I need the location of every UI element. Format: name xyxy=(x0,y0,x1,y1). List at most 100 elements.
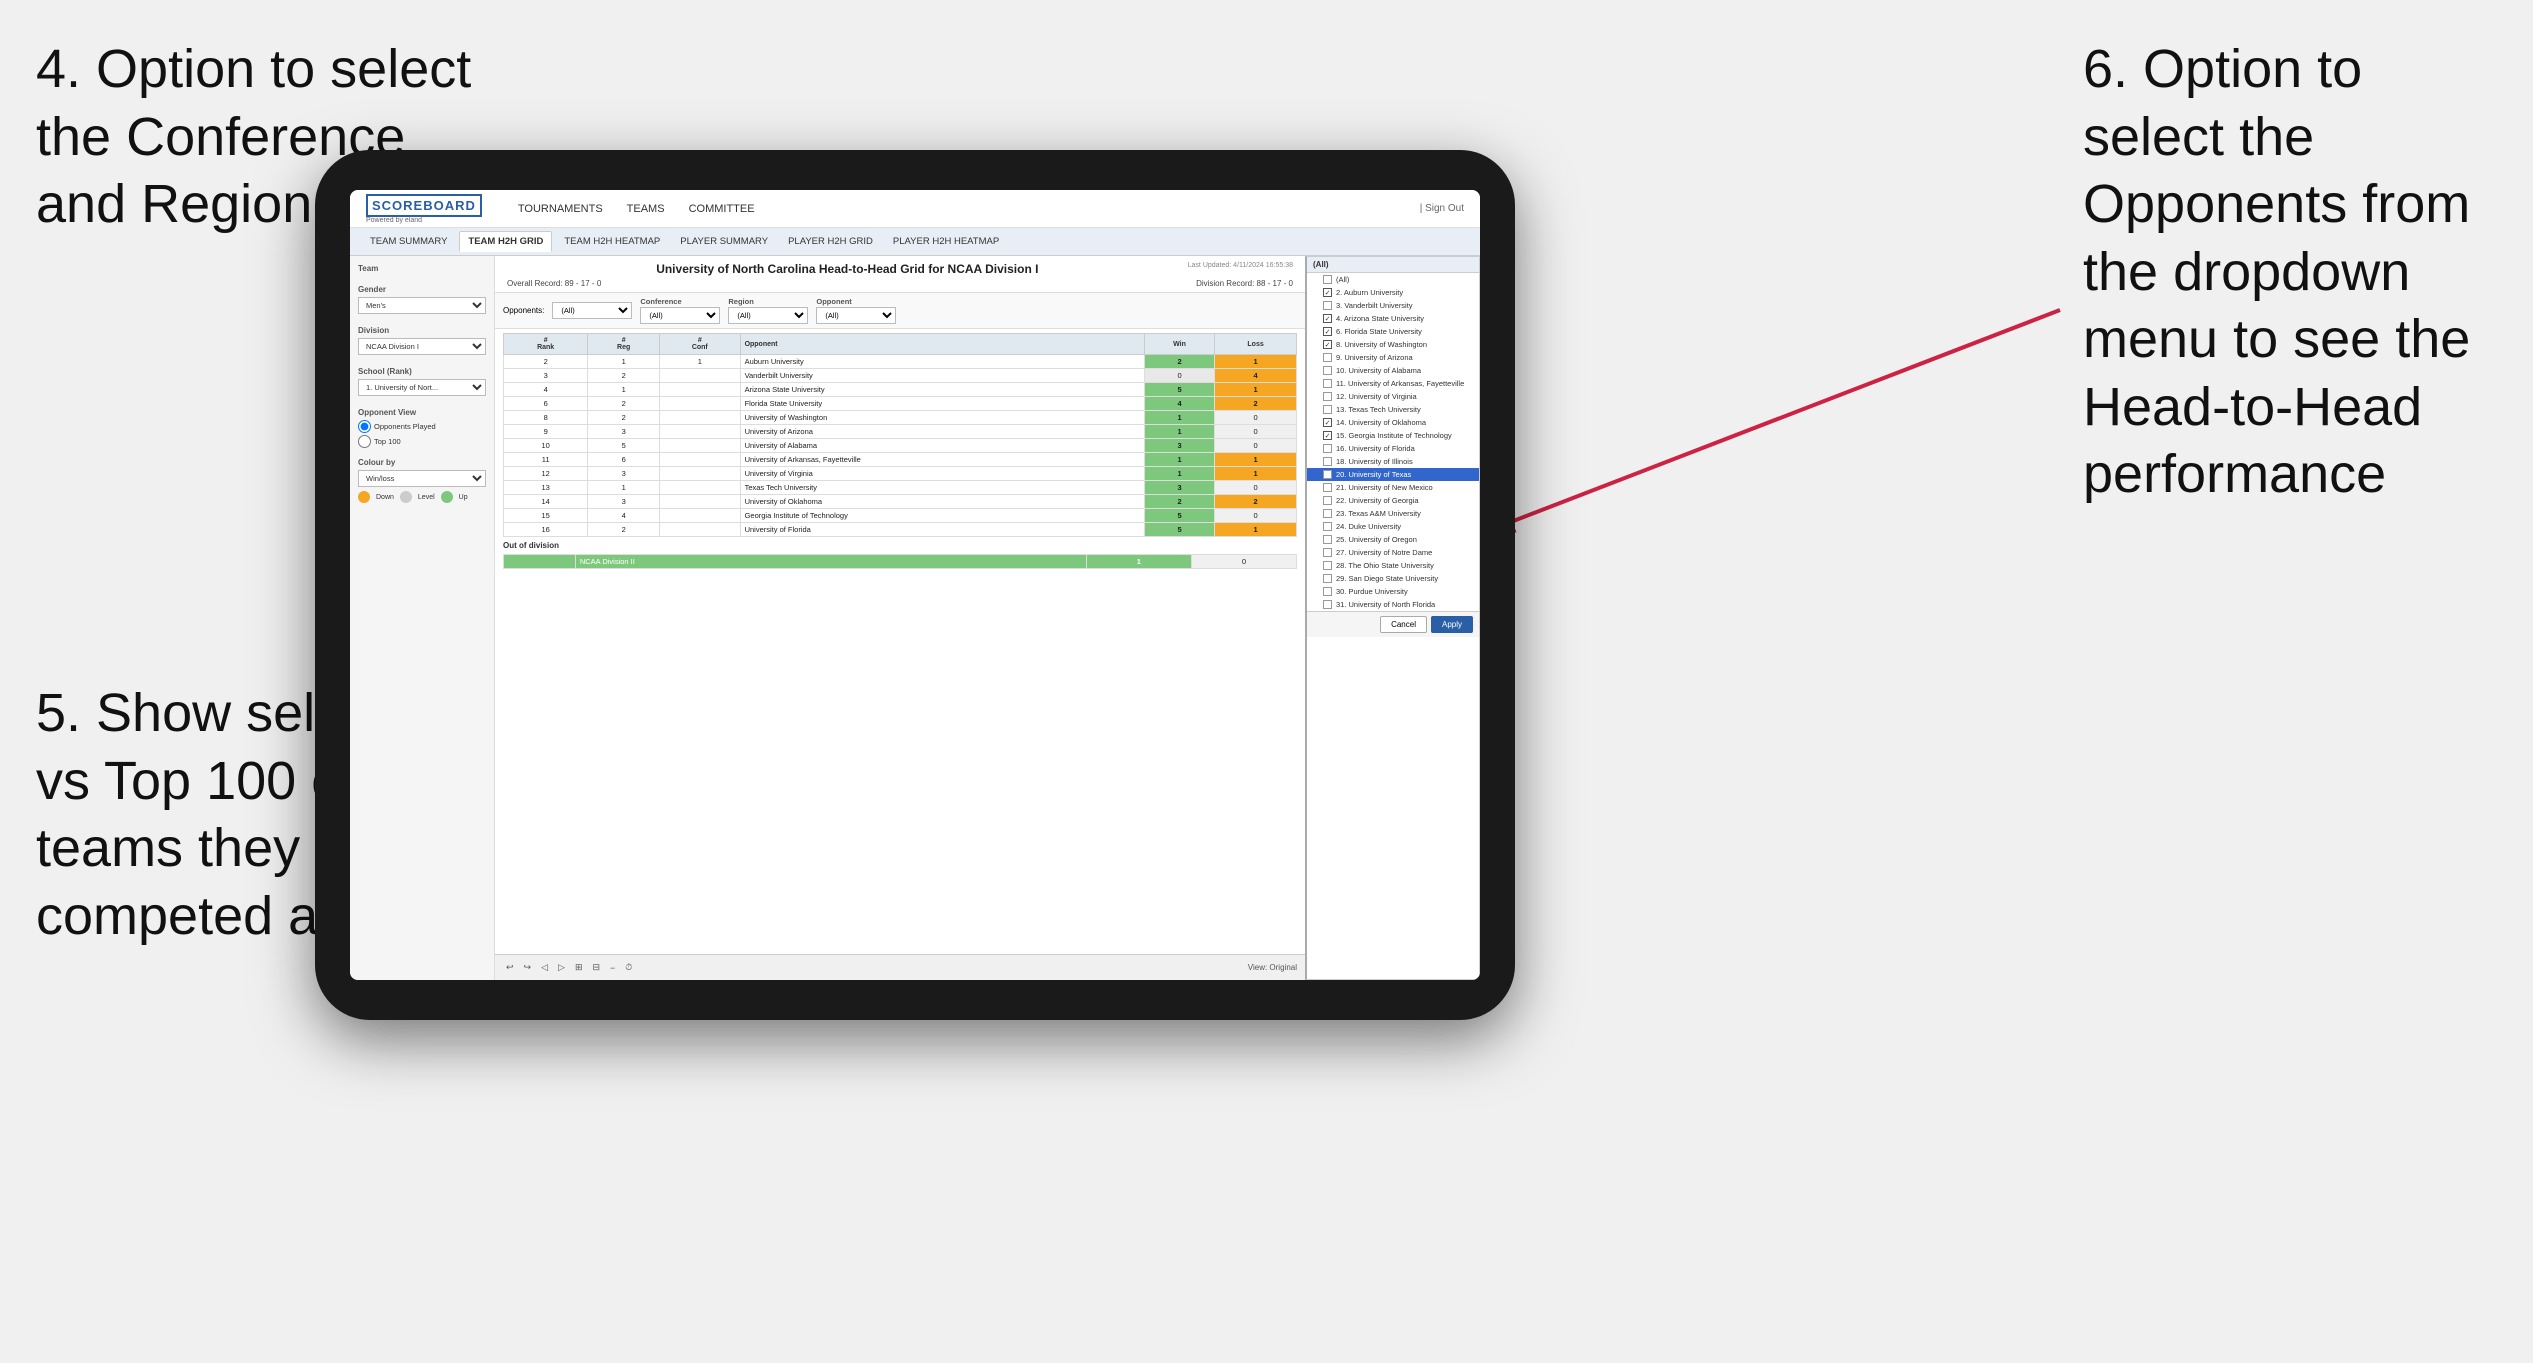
nav-tournaments[interactable]: TOURNAMENTS xyxy=(518,201,603,217)
checkbox: ✓ xyxy=(1323,314,1332,323)
app-logo: SCOREBOARD xyxy=(366,194,482,217)
dropdown-item[interactable]: 23. Texas A&M University xyxy=(1307,507,1479,520)
dropdown-item[interactable]: 18. University of Illinois xyxy=(1307,455,1479,468)
colour-down-label: Down xyxy=(376,494,394,501)
logo-sub: Powered by eland xyxy=(366,217,502,224)
checkbox xyxy=(1323,444,1332,453)
overall-record: Overall Record: 89 - 17 - 0 xyxy=(507,279,601,288)
opponent-filter-select[interactable]: (All) xyxy=(816,307,896,324)
dropdown-item[interactable]: 29. San Diego State University xyxy=(1307,572,1479,585)
table-row: 211 Auburn University 21 xyxy=(504,355,1297,369)
checkbox xyxy=(1323,600,1332,609)
toolbar-copy[interactable]: ⊞ xyxy=(572,961,586,974)
table-row: 154 Georgia Institute of Technology 50 xyxy=(504,509,1297,523)
tab-player-h2h-grid[interactable]: PLAYER H2H GRID xyxy=(780,232,881,251)
dropdown-item[interactable]: 27. University of Notre Dame xyxy=(1307,546,1479,559)
dropdown-item[interactable]: ✓ 14. University of Oklahoma xyxy=(1307,416,1479,429)
tab-team-h2h-heatmap[interactable]: TEAM H2H HEATMAP xyxy=(556,232,668,251)
toolbar-clock[interactable]: ⏱ xyxy=(622,961,635,974)
toolbar-redo[interactable]: ↪ xyxy=(521,961,535,974)
col-win: Win xyxy=(1144,334,1214,355)
opponent-filter-label: Opponent xyxy=(816,297,896,306)
col-opponent: Opponent xyxy=(740,334,1144,355)
apply-button[interactable]: Apply xyxy=(1431,616,1473,633)
dropdown-item[interactable]: 22. University of Georgia xyxy=(1307,494,1479,507)
dropdown-item[interactable]: 13. Texas Tech University xyxy=(1307,403,1479,416)
opponents-filter-select[interactable]: (All) xyxy=(552,302,632,319)
colour-label: Colour by xyxy=(358,458,486,467)
dropdown-item[interactable]: 30. Purdue University xyxy=(1307,585,1479,598)
dropdown-item[interactable]: ✓ 4. Arizona State University xyxy=(1307,312,1479,325)
checkbox xyxy=(1323,353,1332,362)
division-select[interactable]: NCAA Division I xyxy=(358,338,486,355)
dropdown-item[interactable]: 24. Duke University xyxy=(1307,520,1479,533)
dropdown-item[interactable]: 12. University of Virginia xyxy=(1307,390,1479,403)
table-row: 131 Texas Tech University 30 xyxy=(504,481,1297,495)
annotation-6: 6. Option to select the Opponents from t… xyxy=(2083,36,2513,509)
dropdown-item[interactable]: 10. University of Alabama xyxy=(1307,364,1479,377)
signout[interactable]: | Sign Out xyxy=(1420,203,1464,214)
colour-down xyxy=(358,491,370,503)
tab-team-summary[interactable]: TEAM SUMMARY xyxy=(362,232,455,251)
dropdown-item[interactable]: 25. University of Oregon xyxy=(1307,533,1479,546)
cancel-button[interactable]: Cancel xyxy=(1380,616,1427,633)
dropdown-item[interactable]: 11. University of Arkansas, Fayetteville xyxy=(1307,377,1479,390)
col-loss: Loss xyxy=(1215,334,1297,355)
school-select[interactable]: 1. University of Nort... xyxy=(358,379,486,396)
radio-top100[interactable] xyxy=(358,435,371,448)
center-content: Last Updated: 4/11/2024 16:55:38 Univers… xyxy=(495,256,1305,980)
dropdown-item[interactable]: ✓ 15. Georgia Institute of Technology xyxy=(1307,429,1479,442)
colour-up xyxy=(441,491,453,503)
last-updated: Last Updated: 4/11/2024 16:55:38 xyxy=(1188,262,1293,269)
checkbox: ✓ xyxy=(1323,418,1332,427)
toolbar-back[interactable]: ◁ xyxy=(538,961,551,974)
dropdown-item[interactable]: ✓ 8. University of Washington xyxy=(1307,338,1479,351)
conference-filter-label: Conference xyxy=(640,297,720,306)
gender-select[interactable]: Men's xyxy=(358,297,486,314)
table-row: 62 Florida State University 42 xyxy=(504,397,1297,411)
dropdown-item[interactable]: 16. University of Florida xyxy=(1307,442,1479,455)
opponent-dropdown[interactable]: (All) (All) ✓ 2. Auburn University 3. Va… xyxy=(1305,256,1480,980)
checkbox xyxy=(1323,509,1332,518)
opponent-view-label: Opponent View xyxy=(358,408,486,417)
view-label: View: Original xyxy=(1248,963,1297,972)
page-title: University of North Carolina Head-to-Hea… xyxy=(507,262,1293,276)
toolbar-undo[interactable]: ↩ xyxy=(503,961,517,974)
opponents-filter-label: Opponents: xyxy=(503,306,544,315)
dropdown-item[interactable]: 28. The Ohio State University xyxy=(1307,559,1479,572)
tab-player-h2h-heatmap[interactable]: PLAYER H2H HEATMAP xyxy=(885,232,1007,251)
checkbox xyxy=(1323,574,1332,583)
col-conf: #Conf xyxy=(660,334,741,355)
dropdown-item[interactable]: 21. University of New Mexico xyxy=(1307,481,1479,494)
dropdown-item[interactable]: 31. University of North Florida xyxy=(1307,598,1479,611)
dropdown-item[interactable]: ✓ 2. Auburn University xyxy=(1307,286,1479,299)
radio-opponents-played[interactable] xyxy=(358,420,371,433)
dropdown-item[interactable]: 3. Vanderbilt University xyxy=(1307,299,1479,312)
checkbox xyxy=(1323,392,1332,401)
dropdown-item[interactable]: (All) xyxy=(1307,273,1479,286)
dropdown-item[interactable]: 9. University of Arizona xyxy=(1307,351,1479,364)
tab-team-h2h-grid[interactable]: TEAM H2H GRID xyxy=(459,231,552,252)
tab-player-summary[interactable]: PLAYER SUMMARY xyxy=(672,232,776,251)
table-row: 116 University of Arkansas, Fayetteville… xyxy=(504,453,1297,467)
colour-select[interactable]: Win/loss xyxy=(358,470,486,487)
toolbar-forward[interactable]: ▷ xyxy=(555,961,568,974)
checkbox xyxy=(1323,587,1332,596)
toolbar-paste[interactable]: ⊟ xyxy=(589,961,603,974)
colour-level xyxy=(400,491,412,503)
conference-filter-select[interactable]: (All) xyxy=(640,307,720,324)
toolbar-minus[interactable]: − xyxy=(607,962,618,974)
checkbox xyxy=(1323,405,1332,414)
checkbox xyxy=(1323,496,1332,505)
dropdown-item[interactable]: ✓ 6. Florida State University xyxy=(1307,325,1479,338)
nav-teams[interactable]: TEAMS xyxy=(627,201,665,217)
checkbox xyxy=(1323,379,1332,388)
table-row: 123 University of Virginia 11 xyxy=(504,467,1297,481)
team-name-cell: Auburn University xyxy=(740,355,1144,369)
checkbox xyxy=(1323,470,1332,479)
region-filter-select[interactable]: (All) xyxy=(728,307,808,324)
nav-committee[interactable]: COMMITTEE xyxy=(689,201,755,217)
dropdown-item[interactable]: 20. University of Texas xyxy=(1307,468,1479,481)
radio-top100-label: Top 100 xyxy=(374,437,401,446)
app-nav: SCOREBOARD Powered by eland TOURNAMENTS … xyxy=(350,190,1480,228)
